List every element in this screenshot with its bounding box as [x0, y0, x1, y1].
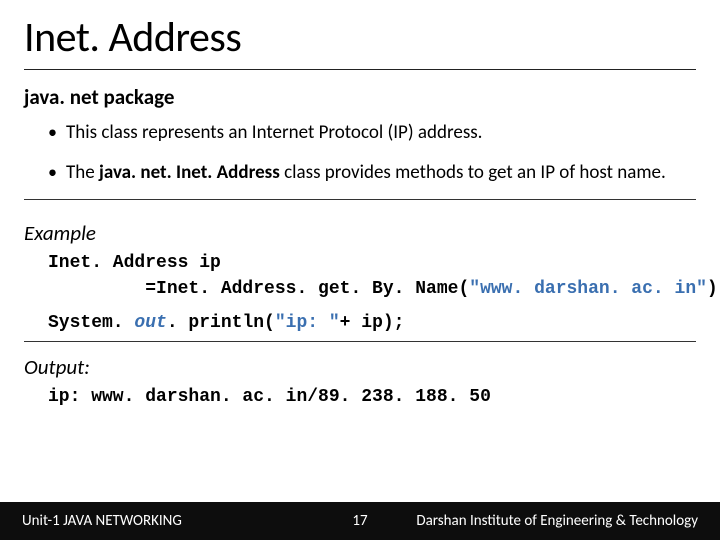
slide: Inet. Address java. net package This cla… [0, 0, 720, 540]
footer-bar: Unit-1 JAVA NETWORKING 17 Darshan Instit… [0, 502, 720, 540]
example-code: Inet. Address ip =Inet. Address. get. By… [24, 250, 696, 336]
section-rule [24, 199, 696, 200]
slide-title: Inet. Address [24, 12, 696, 63]
bullet-text: class provides methods to get an IP of h… [280, 161, 666, 184]
example-label: Example [24, 220, 696, 246]
page-number: 17 [352, 512, 367, 530]
subtitle: java. net package [24, 84, 696, 110]
output-code: ip: www. darshan. ac. in/89. 238. 188. 5… [24, 384, 696, 410]
output-line: ip: www. darshan. ac. in/89. 238. 188. 5… [48, 384, 696, 410]
output-label: Output: [24, 354, 696, 380]
title-rule [24, 69, 696, 70]
bullet-item: This class represents an Internet Protoc… [48, 120, 696, 146]
bullet-list: This class represents an Internet Protoc… [24, 120, 696, 185]
code-line: Inet. Address ip [48, 250, 696, 276]
bullet-bold: java. net. Inet. Address [99, 161, 280, 184]
footer-right: Darshan Institute of Engineering & Techn… [416, 512, 698, 530]
code-line: =Inet. Address. get. By. Name("www. dars… [48, 276, 696, 302]
bullet-text: The [66, 161, 99, 184]
section-rule [24, 341, 696, 342]
bullet-item: The java. net. Inet. Address class provi… [48, 160, 696, 186]
footer-left: Unit-1 JAVA NETWORKING [22, 512, 182, 530]
code-line: System. out. println("ip: "+ ip); [48, 310, 696, 336]
